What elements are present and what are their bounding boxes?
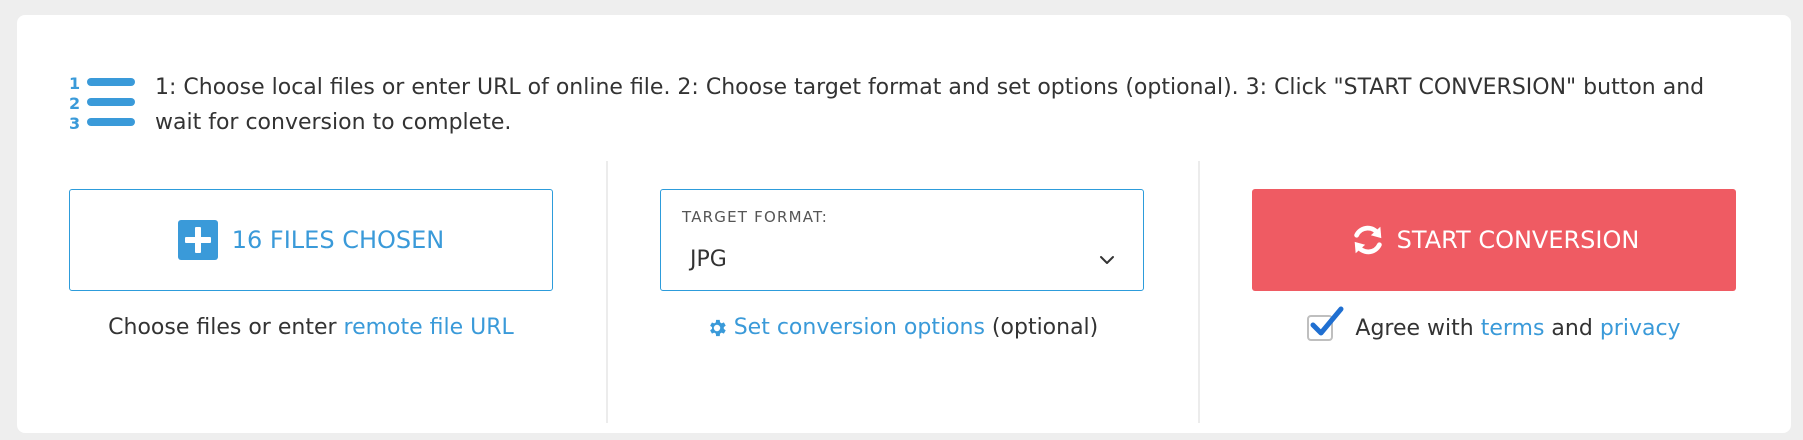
refresh-icon [1353,225,1382,255]
gear-icon[interactable] [706,317,728,339]
target-format-label: TARGET FORMAT: [682,208,828,226]
conversion-options: Set conversion options (optional) [660,315,1144,340]
choose-files-button[interactable]: 16 FILES CHOSEN [69,189,553,291]
plus-icon [177,220,218,260]
privacy-link[interactable]: privacy [1600,316,1681,341]
svg-text:1: 1 [69,74,80,93]
optional-note: (optional) [984,315,1099,340]
start-conversion-button[interactable]: START CONVERSION [1252,189,1736,291]
converter-card: 1 2 3 1: Choose local files or enter URL… [17,15,1791,433]
svg-text:2: 2 [69,94,80,113]
target-format-select[interactable]: TARGET FORMAT: JPG [660,189,1144,291]
agreement: Agree with terms and privacy [1252,306,1736,341]
instructions-text: 1: Choose local files or enter URL of on… [155,75,1705,135]
start-conversion-label: START CONVERSION [1396,226,1640,254]
terms-link[interactable]: terms [1481,316,1545,341]
set-conversion-options-link[interactable]: Set conversion options [734,315,985,340]
agree-and-text: and [1544,315,1600,341]
choose-files-label: 16 FILES CHOSEN [231,226,445,254]
svg-text:3: 3 [69,114,80,133]
column-divider [606,161,608,423]
agree-text: Agree with [1355,315,1481,341]
checkmark-icon [1310,306,1344,336]
agree-checkbox[interactable] [1307,306,1344,341]
remote-file-url-link[interactable]: remote file URL [344,315,514,340]
chevron-down-icon [1100,256,1114,264]
target-format-value: JPG [690,247,727,272]
files-helper-text: Choose files or enter [108,315,344,340]
instructions: 1 2 3 1: Choose local files or enter URL… [67,70,1747,140]
files-helper: Choose files or enter remote file URL [69,315,553,340]
numbered-list-icon: 1 2 3 [69,74,135,133]
column-divider [1198,161,1200,423]
